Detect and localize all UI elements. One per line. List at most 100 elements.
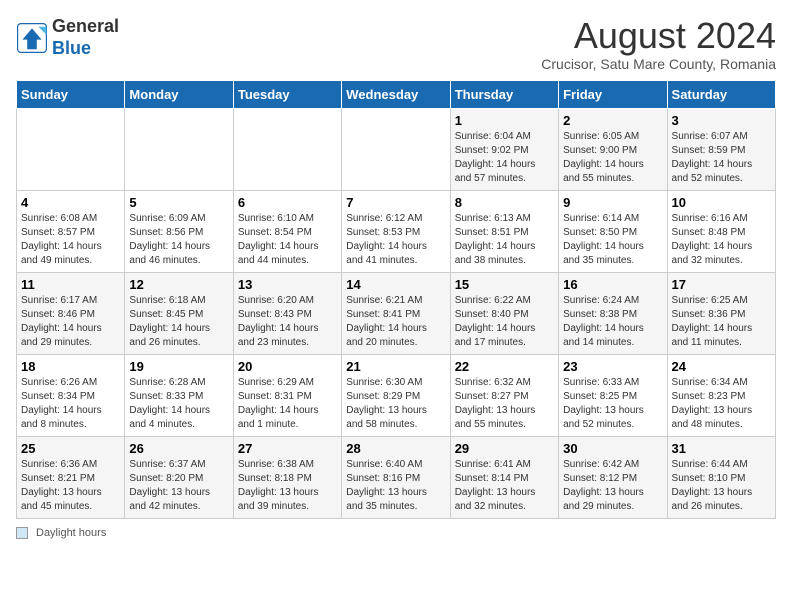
- day-info: Sunrise: 6:12 AM Sunset: 8:53 PM Dayligh…: [346, 212, 445, 268]
- day-number: 9: [563, 195, 662, 210]
- calendar-cell: [17, 108, 125, 190]
- calendar-cell: 4 Sunrise: 6:08 AM Sunset: 8:57 PM Daylig…: [17, 190, 125, 272]
- day-number: 31: [672, 441, 771, 456]
- day-info: Sunrise: 6:24 AM Sunset: 8:38 PM Dayligh…: [563, 294, 662, 350]
- calendar-cell: 1Sunrise: 6:04 AM Sunset: 9:02 PM Daylig…: [450, 108, 558, 190]
- day-info: Sunrise: 6:13 AM Sunset: 8:51 PM Dayligh…: [455, 212, 554, 268]
- week-row-4: 18 Sunrise: 6:26 AM Sunset: 8:34 PM Dayli…: [17, 354, 776, 436]
- day-info: Sunrise: 6:34 AM Sunset: 8:23 PM Dayligh…: [672, 376, 771, 432]
- calendar-cell: 21Sunrise: 6:30 AM Sunset: 8:29 PM Dayli…: [342, 354, 450, 436]
- day-info: Sunrise: 6:08 AM Sunset: 8:57 PM Dayligh…: [21, 212, 120, 268]
- logo-blue-text: Blue: [52, 38, 91, 58]
- calendar-cell: 25Sunrise: 6:36 AM Sunset: 8:21 PM Dayli…: [17, 436, 125, 518]
- day-number: 17: [672, 277, 771, 292]
- day-header-monday: Monday: [125, 80, 233, 108]
- legend: Daylight hours: [16, 527, 776, 539]
- day-header-wednesday: Wednesday: [342, 80, 450, 108]
- day-info: Sunrise: 6:36 AM Sunset: 8:21 PM Dayligh…: [21, 458, 120, 514]
- calendar-cell: 7 Sunrise: 6:12 AM Sunset: 8:53 PM Daylig…: [342, 190, 450, 272]
- day-header-friday: Friday: [559, 80, 667, 108]
- calendar-cell: 27Sunrise: 6:38 AM Sunset: 8:18 PM Dayli…: [233, 436, 341, 518]
- day-number: 23: [563, 359, 662, 374]
- day-number: 20: [238, 359, 337, 374]
- calendar-cell: 28 Sunrise: 6:40 AM Sunset: 8:16 PM Dayli…: [342, 436, 450, 518]
- day-number: 11: [21, 277, 120, 292]
- calendar-table: SundayMondayTuesdayWednesdayThursdayFrid…: [16, 80, 776, 519]
- week-row-5: 25Sunrise: 6:36 AM Sunset: 8:21 PM Dayli…: [17, 436, 776, 518]
- calendar-cell: 2 Sunrise: 6:05 AM Sunset: 9:00 PM Daylig…: [559, 108, 667, 190]
- week-row-2: 4 Sunrise: 6:08 AM Sunset: 8:57 PM Daylig…: [17, 190, 776, 272]
- day-number: 27: [238, 441, 337, 456]
- week-row-3: 11 Sunrise: 6:17 AM Sunset: 8:46 PM Dayli…: [17, 272, 776, 354]
- week-row-1: 1Sunrise: 6:04 AM Sunset: 9:02 PM Daylig…: [17, 108, 776, 190]
- calendar-cell: 26Sunrise: 6:37 AM Sunset: 8:20 PM Dayli…: [125, 436, 233, 518]
- day-info: Sunrise: 6:28 AM Sunset: 8:33 PM Dayligh…: [129, 376, 228, 432]
- day-info: Sunrise: 6:26 AM Sunset: 8:34 PM Dayligh…: [21, 376, 120, 432]
- day-number: 16: [563, 277, 662, 292]
- day-info: Sunrise: 6:16 AM Sunset: 8:48 PM Dayligh…: [672, 212, 771, 268]
- logo-general-text: General: [52, 16, 119, 36]
- logo: General Blue: [16, 16, 119, 59]
- day-header-thursday: Thursday: [450, 80, 558, 108]
- day-number: 8: [455, 195, 554, 210]
- days-header-row: SundayMondayTuesdayWednesdayThursdayFrid…: [17, 80, 776, 108]
- day-info: Sunrise: 6:09 AM Sunset: 8:56 PM Dayligh…: [129, 212, 228, 268]
- logo-icon: [16, 22, 48, 54]
- calendar-cell: 29 Sunrise: 6:41 AM Sunset: 8:14 PM Dayli…: [450, 436, 558, 518]
- day-info: Sunrise: 6:32 AM Sunset: 8:27 PM Dayligh…: [455, 376, 554, 432]
- day-number: 15: [455, 277, 554, 292]
- day-info: Sunrise: 6:05 AM Sunset: 9:00 PM Dayligh…: [563, 130, 662, 186]
- calendar-cell: 6 Sunrise: 6:10 AM Sunset: 8:54 PM Daylig…: [233, 190, 341, 272]
- day-number: 22: [455, 359, 554, 374]
- day-number: 19: [129, 359, 228, 374]
- day-number: 28: [346, 441, 445, 456]
- calendar-cell: 22 Sunrise: 6:32 AM Sunset: 8:27 PM Dayli…: [450, 354, 558, 436]
- calendar-cell: 5Sunrise: 6:09 AM Sunset: 8:56 PM Daylig…: [125, 190, 233, 272]
- calendar-cell: 10 Sunrise: 6:16 AM Sunset: 8:48 PM Dayli…: [667, 190, 775, 272]
- day-info: Sunrise: 6:04 AM Sunset: 9:02 PM Dayligh…: [455, 130, 554, 186]
- day-info: Sunrise: 6:20 AM Sunset: 8:43 PM Dayligh…: [238, 294, 337, 350]
- day-info: Sunrise: 6:10 AM Sunset: 8:54 PM Dayligh…: [238, 212, 337, 268]
- day-info: Sunrise: 6:40 AM Sunset: 8:16 PM Dayligh…: [346, 458, 445, 514]
- calendar-cell: 14Sunrise: 6:21 AM Sunset: 8:41 PM Dayli…: [342, 272, 450, 354]
- legend-label: Daylight hours: [36, 527, 106, 539]
- calendar-cell: 11 Sunrise: 6:17 AM Sunset: 8:46 PM Dayli…: [17, 272, 125, 354]
- calendar-cell: 20Sunrise: 6:29 AM Sunset: 8:31 PM Dayli…: [233, 354, 341, 436]
- calendar-cell: 18 Sunrise: 6:26 AM Sunset: 8:34 PM Dayli…: [17, 354, 125, 436]
- calendar-cell: [125, 108, 233, 190]
- calendar-cell: [342, 108, 450, 190]
- day-number: 7: [346, 195, 445, 210]
- day-info: Sunrise: 6:07 AM Sunset: 8:59 PM Dayligh…: [672, 130, 771, 186]
- day-number: 14: [346, 277, 445, 292]
- day-info: Sunrise: 6:14 AM Sunset: 8:50 PM Dayligh…: [563, 212, 662, 268]
- day-number: 26: [129, 441, 228, 456]
- calendar-cell: 13Sunrise: 6:20 AM Sunset: 8:43 PM Dayli…: [233, 272, 341, 354]
- day-number: 10: [672, 195, 771, 210]
- day-info: Sunrise: 6:22 AM Sunset: 8:40 PM Dayligh…: [455, 294, 554, 350]
- day-number: 18: [21, 359, 120, 374]
- calendar-cell: 23 Sunrise: 6:33 AM Sunset: 8:25 PM Dayli…: [559, 354, 667, 436]
- title-area: August 2024 Crucisor, Satu Mare County, …: [541, 16, 776, 72]
- day-number: 4: [21, 195, 120, 210]
- day-info: Sunrise: 6:41 AM Sunset: 8:14 PM Dayligh…: [455, 458, 554, 514]
- day-header-tuesday: Tuesday: [233, 80, 341, 108]
- calendar-cell: 24Sunrise: 6:34 AM Sunset: 8:23 PM Dayli…: [667, 354, 775, 436]
- day-info: Sunrise: 6:17 AM Sunset: 8:46 PM Dayligh…: [21, 294, 120, 350]
- day-number: 2: [563, 113, 662, 128]
- page-header: General Blue August 2024 Crucisor, Satu …: [16, 16, 776, 72]
- calendar-cell: 16 Sunrise: 6:24 AM Sunset: 8:38 PM Dayli…: [559, 272, 667, 354]
- calendar-subtitle: Crucisor, Satu Mare County, Romania: [541, 56, 776, 72]
- day-number: 29: [455, 441, 554, 456]
- day-info: Sunrise: 6:33 AM Sunset: 8:25 PM Dayligh…: [563, 376, 662, 432]
- calendar-cell: 19 Sunrise: 6:28 AM Sunset: 8:33 PM Dayli…: [125, 354, 233, 436]
- calendar-title: August 2024: [541, 16, 776, 56]
- calendar-cell: 30Sunrise: 6:42 AM Sunset: 8:12 PM Dayli…: [559, 436, 667, 518]
- calendar-cell: [233, 108, 341, 190]
- day-info: Sunrise: 6:18 AM Sunset: 8:45 PM Dayligh…: [129, 294, 228, 350]
- calendar-cell: 9 Sunrise: 6:14 AM Sunset: 8:50 PM Daylig…: [559, 190, 667, 272]
- day-number: 6: [238, 195, 337, 210]
- calendar-cell: 8 Sunrise: 6:13 AM Sunset: 8:51 PM Daylig…: [450, 190, 558, 272]
- calendar-cell: 17Sunrise: 6:25 AM Sunset: 8:36 PM Dayli…: [667, 272, 775, 354]
- day-number: 12: [129, 277, 228, 292]
- day-number: 30: [563, 441, 662, 456]
